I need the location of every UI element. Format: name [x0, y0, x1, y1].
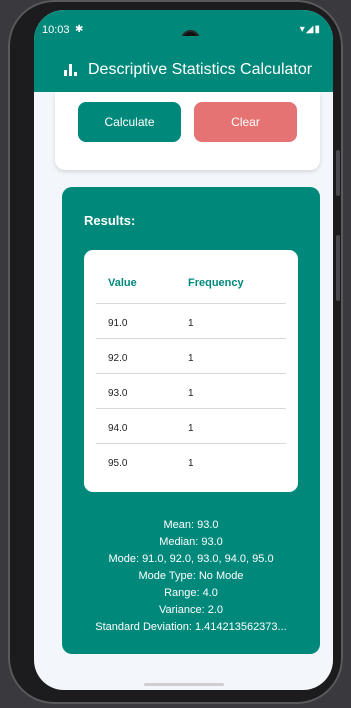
calculate-button[interactable]: Calculate	[78, 102, 181, 142]
cell-value: 91.0	[108, 318, 128, 329]
status-icons: ▾◢▮	[299, 24, 321, 35]
results-title: Results:	[84, 213, 136, 228]
clear-button[interactable]: Clear	[194, 102, 297, 142]
table-row: 91.0 1	[96, 303, 286, 339]
cell-value: 92.0	[108, 353, 128, 364]
table-header-value: Value	[108, 277, 137, 289]
gear-icon: ✱	[75, 24, 84, 35]
statistics-summary: Mean: 93.0 Median: 93.0 Mode: 91.0, 92.0…	[62, 517, 320, 636]
cell-frequency: 1	[188, 318, 194, 329]
cell-frequency: 1	[188, 353, 194, 364]
gesture-bar[interactable]	[144, 683, 224, 686]
results-card: Results: Value Frequency 91.0 1 92.0 1 9…	[62, 187, 320, 654]
table-row: 95.0 1	[96, 443, 286, 479]
screen: 10:03 ✱ ▾◢▮ Descriptive Statistics Calcu…	[34, 10, 333, 690]
table-row: 92.0 1	[96, 338, 286, 374]
cell-frequency: 1	[188, 458, 194, 469]
frequency-table: Value Frequency 91.0 1 92.0 1 93.0 1 94.…	[84, 250, 298, 492]
bar-chart-icon	[64, 64, 78, 76]
cell-value: 93.0	[108, 388, 128, 399]
phone-frame: 10:03 ✱ ▾◢▮ Descriptive Statistics Calcu…	[8, 0, 343, 704]
cell-frequency: 1	[188, 388, 194, 399]
stat-range: Range: 4.0	[164, 587, 218, 599]
stat-mode: Mode: 91.0, 92.0, 93.0, 94.0, 95.0	[108, 553, 274, 565]
cell-value: 94.0	[108, 423, 128, 434]
power-button	[336, 235, 340, 301]
table-row: 93.0 1	[96, 373, 286, 409]
stat-std-dev: Standard Deviation: 1.414213562373...	[95, 621, 287, 633]
stat-mode-type: Mode Type: No Mode	[138, 570, 244, 582]
stat-median: Median: 93.0	[159, 536, 223, 548]
table-header-frequency: Frequency	[188, 277, 244, 289]
status-time: 10:03	[42, 24, 70, 36]
volume-button	[336, 150, 340, 196]
app-bar: Descriptive Statistics Calculator	[34, 36, 333, 92]
app-title: Descriptive Statistics Calculator	[88, 61, 313, 78]
table-row: 94.0 1	[96, 408, 286, 444]
cell-frequency: 1	[188, 423, 194, 434]
stat-variance: Variance: 2.0	[158, 604, 223, 616]
cell-value: 95.0	[108, 458, 128, 469]
stat-mean: Mean: 93.0	[163, 519, 219, 531]
